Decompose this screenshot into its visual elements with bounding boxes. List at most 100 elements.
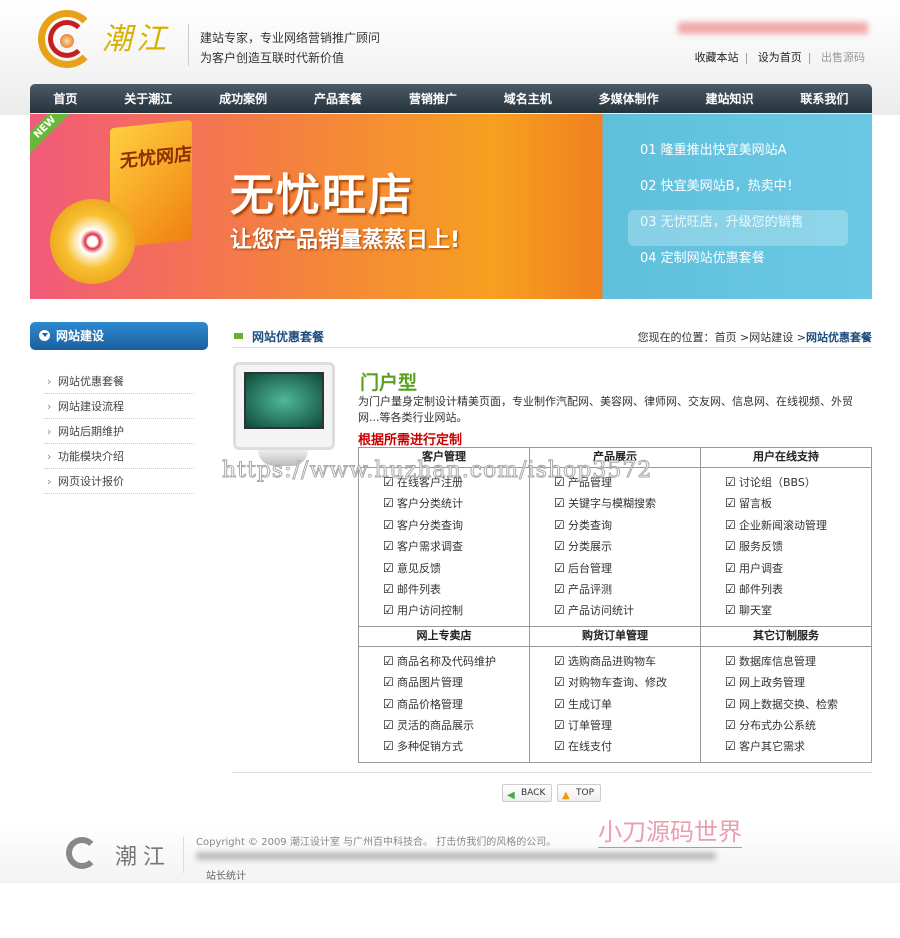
banner-item[interactable]: 02 快宜美网站B，热卖中！ <box>628 174 848 210</box>
top-arrow-icon: ▲ <box>562 790 570 801</box>
stats-link[interactable]: 站长统计 <box>206 867 246 882</box>
footer: 潮江 Copyright © 2009 潮江设计室 与广州百中科技合。 打击仿我… <box>0 825 900 883</box>
copyright: Copyright © 2009 潮江设计室 与广州百中科技合。 打击仿我们的风… <box>196 837 557 848</box>
banner-item[interactable]: 04 定制网站优惠套餐 <box>628 246 848 282</box>
column-header: 网上专卖店 <box>358 625 530 647</box>
column-header: 产品展示 <box>529 447 701 468</box>
new-badge: NEW <box>30 114 74 157</box>
section-title: 网站优惠套餐 <box>252 330 325 344</box>
set-homepage-link[interactable]: 设为首页 <box>758 51 802 64</box>
feature-item: 生成订单 <box>554 694 700 715</box>
custom-note: 根据所需进行定制 <box>358 433 463 448</box>
product-description: 为门户量身定制设计精美页面，专业制作汽配网、美容网、律师网、交友网、信息网、在线… <box>358 395 853 424</box>
nav-item[interactable]: 域名主机 <box>504 90 552 107</box>
nav-item[interactable]: 建站知识 <box>706 90 754 107</box>
bookmark-link[interactable]: 收藏本站 <box>695 51 739 64</box>
nav-item[interactable]: 营销推广 <box>409 90 457 107</box>
nav-item[interactable]: 首页 <box>53 90 77 107</box>
feature-item: 分类展示 <box>554 536 700 557</box>
feature-item: 留言板 <box>725 493 871 514</box>
disc-image <box>50 199 135 284</box>
back-label: BACK <box>521 788 546 798</box>
monitor-image <box>233 362 335 450</box>
monitor-stand <box>258 450 308 466</box>
sidebar-title-text: 网站建设 <box>56 329 105 343</box>
divider <box>183 837 184 873</box>
nav-item[interactable]: 产品套餐 <box>314 90 362 107</box>
column-header: 用户在线支持 <box>700 447 872 468</box>
feature-item: 企业新闻滚动管理 <box>725 515 871 536</box>
back-button[interactable]: ◀ BACK <box>502 784 553 802</box>
feature-item: 多种促销方式 <box>383 736 529 757</box>
nav-item[interactable]: 多媒体制作 <box>599 90 659 107</box>
sidebar-item[interactable]: 网页设计报价 <box>44 469 194 494</box>
feature-item: 用户访问控制 <box>383 600 529 621</box>
nav-item[interactable]: 成功案例 <box>219 90 267 107</box>
sidebar-item[interactable]: 网站优惠套餐 <box>44 369 194 394</box>
banner-item-active[interactable]: 03 无忧旺店，升级您的销售 <box>628 210 848 246</box>
feature-item: 商品价格管理 <box>383 694 529 715</box>
slogan-line: 建站专家，专业网络营销推广顾问 <box>200 31 381 45</box>
slogan: 建站专家，专业网络营销推广顾问 为客户创造互联时代新价值 <box>200 28 380 68</box>
top-button[interactable]: ▲ TOP <box>557 784 602 802</box>
feature-item: 商品名称及代码维护 <box>383 651 529 672</box>
sidebar-list: 网站优惠套餐 网站建设流程 网站后期维护 功能模块介绍 网页设计报价 <box>44 369 194 494</box>
sell-source-link[interactable]: 出售源码 <box>821 51 865 64</box>
banner-item[interactable]: 01 隆重推出快宜美网站A <box>628 138 848 174</box>
divider <box>232 772 872 773</box>
feature-item: 分类查询 <box>554 515 700 536</box>
footer-logo-text: 潮江 <box>115 845 172 870</box>
breadcrumb: 您现在的位置：首页 >网站建设 >网站优惠套餐 <box>638 329 872 345</box>
section-header: 网站优惠套餐 您现在的位置：首页 >网站建设 >网站优惠套餐 <box>232 326 872 348</box>
feature-item: 数据库信息管理 <box>725 651 871 672</box>
top-links: 收藏本站 | 设为首页 | 出售源码 <box>694 51 865 64</box>
breadcrumb-path[interactable]: 首页 >网站建设 > <box>715 331 806 344</box>
bullet-icon <box>234 333 243 339</box>
feature-item: 关键字与模糊搜索 <box>554 493 700 514</box>
feature-item: 分布式办公系统 <box>725 715 871 736</box>
feature-item: 产品管理 <box>554 472 700 493</box>
slogan-line: 为客户创造互联时代新价值 <box>200 51 345 65</box>
feature-item: 产品访问统计 <box>554 600 700 621</box>
feature-column: 讨论组（BBS）留言板企业新闻滚动管理服务反馈用户调查邮件列表聊天室 <box>700 467 872 627</box>
logo[interactable]: 潮江 <box>38 8 188 70</box>
main-nav: 首页 关于潮江 成功案例 产品套餐 营销推广 域名主机 多媒体制作 建站知识 联… <box>30 84 872 113</box>
feature-item: 客户需求调查 <box>383 536 529 557</box>
feature-item: 邮件列表 <box>725 579 871 600</box>
feature-item: 订单管理 <box>554 715 700 736</box>
banner-title: 无忧旺店 <box>230 170 414 221</box>
sidebar-item[interactable]: 网站建设流程 <box>44 394 194 419</box>
nav-item[interactable]: 关于潮江 <box>124 90 172 107</box>
banner-subtitle: 让您产品销量蒸蒸日上! <box>230 228 461 253</box>
hotline-blurred <box>678 22 868 34</box>
feature-item: 意见反馈 <box>383 558 529 579</box>
feature-item: 网上政务管理 <box>725 672 871 693</box>
feature-column: 数据库信息管理网上政务管理网上数据交换、检索分布式办公系统客户其它需求 <box>700 645 872 763</box>
contact-blurred <box>196 852 716 860</box>
feature-column: 选购商品进购物车对购物车查询、修改生成订单订单管理在线支付 <box>529 645 701 763</box>
banner[interactable]: 无忧网店 NEW 无忧旺店 让您产品销量蒸蒸日上! 01 隆重推出快宜美网站A … <box>30 114 872 299</box>
feature-item: 灵活的商品展示 <box>383 715 529 736</box>
feature-column: 产品管理关键字与模糊搜索分类查询分类展示后台管理产品评测产品访问统计 <box>529 467 701 627</box>
header: 潮江 建站专家，专业网络营销推广顾问 为客户创造互联时代新价值 收藏本站 | 设为… <box>0 0 900 115</box>
feature-item: 邮件列表 <box>383 579 529 600</box>
sidebar-item[interactable]: 功能模块介绍 <box>44 444 194 469</box>
feature-item: 用户调查 <box>725 558 871 579</box>
box-text: 无忧网店 <box>120 143 192 173</box>
product-title: 门户型 <box>360 372 418 394</box>
feature-item: 在线支付 <box>554 736 700 757</box>
sidebar-title: 网站建设 <box>30 322 208 350</box>
breadcrumb-prefix: 您现在的位置： <box>637 331 715 344</box>
column-header: 其它订制服务 <box>700 625 872 647</box>
sidebar-item[interactable]: 网站后期维护 <box>44 419 194 444</box>
feature-item: 网上数据交换、检索 <box>725 694 871 715</box>
feature-item: 在线客户注册 <box>383 472 529 493</box>
nav-item[interactable]: 联系我们 <box>800 90 848 107</box>
feature-item: 商品图片管理 <box>383 672 529 693</box>
back-arrow-icon: ◀ <box>507 790 515 801</box>
feature-item: 聊天室 <box>725 600 871 621</box>
top-label: TOP <box>576 788 595 798</box>
banner-list: 01 隆重推出快宜美网站A 02 快宜美网站B，热卖中！ 03 无忧旺店，升级您… <box>628 138 848 282</box>
feature-item: 对购物车查询、修改 <box>554 672 700 693</box>
column-header: 客户管理 <box>358 447 530 468</box>
